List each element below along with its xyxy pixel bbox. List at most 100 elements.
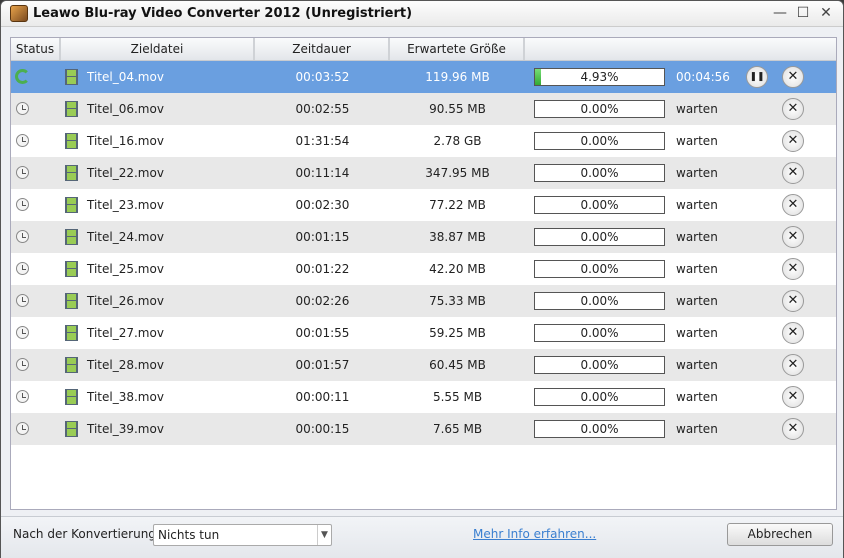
column-header-size[interactable]: Erwartete Größe [390,38,525,60]
table-row[interactable]: Titel_25.mov 00:01:22 42.20 MB 0.00% warten ✕ [11,253,836,285]
duration: 00:03:52 [295,70,350,84]
progress-bar: 0.00% [534,292,665,310]
table-row[interactable]: Titel_39.mov 00:00:15 7.65 MB 0.00% warten ✕ [11,413,836,445]
table-row[interactable]: Titel_24.mov 00:01:15 38.87 MB 0.00% warten ✕ [11,221,836,253]
expected-size: 347.95 MB [425,166,490,180]
progress-text: 0.00% [580,134,619,148]
column-header-file[interactable]: Zieldatei [61,38,255,60]
progress-fill [535,69,542,85]
chevron-down-icon[interactable]: ▼ [317,525,331,545]
progress-bar: 0.00% [534,100,665,118]
remove-icon[interactable]: ✕ [782,162,804,184]
close-button[interactable]: ✕ [817,4,835,22]
row-status-text: warten [676,422,718,436]
clock-icon [16,262,29,275]
remove-icon[interactable]: ✕ [782,418,804,440]
remove-icon[interactable]: ✕ [782,226,804,248]
file-name: Titel_04.mov [87,70,164,84]
remove-icon[interactable]: ✕ [782,258,804,280]
table-row[interactable]: Titel_26.mov 00:02:26 75.33 MB 0.00% warten ✕ [11,285,836,317]
video-file-icon [65,421,78,437]
remove-icon[interactable]: ✕ [782,354,804,376]
row-status-text: warten [676,134,718,148]
row-status-text: warten [676,102,718,116]
row-status-text: warten [676,166,718,180]
clock-icon [16,422,29,435]
file-name: Titel_26.mov [87,294,164,308]
more-info-link[interactable]: Mehr Info erfahren... [473,527,596,541]
maximize-button[interactable]: ☐ [794,4,812,22]
expected-size: 77.22 MB [429,198,486,212]
video-file-icon [65,293,78,309]
file-name: Titel_39.mov [87,422,164,436]
file-name: Titel_25.mov [87,262,164,276]
table-row[interactable]: Titel_38.mov 00:00:11 5.55 MB 0.00% warten ✕ [11,381,836,413]
remove-icon[interactable]: ✕ [782,386,804,408]
duration: 00:00:15 [295,422,350,436]
clock-icon [16,294,29,307]
expected-size: 90.55 MB [429,102,486,116]
row-status-text: warten [676,326,718,340]
table-row[interactable]: Titel_22.mov 00:11:14 347.95 MB 0.00% warten… [11,157,836,189]
remove-icon[interactable]: ✕ [782,194,804,216]
table-row[interactable]: Titel_06.mov 00:02:55 90.55 MB 0.00% warten ✕ [11,93,836,125]
video-file-icon [65,261,78,277]
clock-icon [16,134,29,147]
pause-icon[interactable]: ❚❚ [746,66,768,88]
video-file-icon [65,389,78,405]
clock-icon [16,198,29,211]
progress-text: 0.00% [580,102,619,116]
progress-bar: 0.00% [534,356,665,374]
expected-size: 119.96 MB [425,70,490,84]
progress-text: 0.00% [580,422,619,436]
progress-text: 0.00% [580,198,619,212]
minimize-button[interactable]: — [771,4,789,22]
remove-icon[interactable]: ✕ [782,290,804,312]
column-header-status[interactable]: Status [11,38,61,60]
table-row[interactable]: Titel_23.mov 00:02:30 77.22 MB 0.00% warten ✕ [11,189,836,221]
column-header-duration[interactable]: Zeitdauer [255,38,390,60]
converter-window: Leawo Blu-ray Video Converter 2012 (Unre… [0,0,844,558]
file-name: Titel_16.mov [87,134,164,148]
row-status-text: warten [676,358,718,372]
duration: 00:02:26 [295,294,350,308]
file-name: Titel_24.mov [87,230,164,244]
progress-text: 0.00% [580,358,619,372]
progress-bar: 0.00% [534,164,665,182]
progress-text: 0.00% [580,262,619,276]
expected-size: 75.33 MB [429,294,486,308]
file-name: Titel_38.mov [87,390,164,404]
remove-icon[interactable]: ✕ [782,322,804,344]
table-row[interactable]: Titel_16.mov 01:31:54 2.78 GB 0.00% warten ✕ [11,125,836,157]
title-bar: Leawo Blu-ray Video Converter 2012 (Unre… [1,1,843,27]
video-file-icon [65,133,78,149]
cancel-button[interactable]: Abbrechen [727,523,833,546]
row-status-text: warten [676,390,718,404]
table-row[interactable]: Titel_27.mov 00:01:55 59.25 MB 0.00% warten ✕ [11,317,836,349]
row-status-text: warten [676,198,718,212]
progress-bar: 0.00% [534,132,665,150]
progress-text: 0.00% [580,230,619,244]
progress-bar: 0.00% [534,228,665,246]
duration: 00:01:57 [295,358,350,372]
table-row[interactable]: Titel_04.mov 00:03:52 119.96 MB 4.93% 00:04:… [11,61,836,93]
app-logo-icon [10,5,28,22]
row-status-text: warten [676,230,718,244]
row-status-text: warten [676,294,718,308]
clock-icon [16,230,29,243]
file-name: Titel_27.mov [87,326,164,340]
remove-icon[interactable]: ✕ [782,130,804,152]
remove-icon[interactable]: ✕ [782,66,804,88]
remove-icon[interactable]: ✕ [782,98,804,120]
table-row[interactable]: Titel_28.mov 00:01:57 60.45 MB 0.00% warten ✕ [11,349,836,381]
expected-size: 38.87 MB [429,230,486,244]
row-status-text: 00:04:56 [676,70,730,84]
duration: 00:00:11 [295,390,350,404]
duration: 00:02:30 [295,198,350,212]
progress-text: 0.00% [580,294,619,308]
after-conversion-select[interactable]: Nichts tun ▼ [153,524,332,546]
row-status-text: warten [676,262,718,276]
video-file-icon [65,229,78,245]
expected-size: 5.55 MB [432,390,483,404]
file-name: Titel_23.mov [87,198,164,212]
